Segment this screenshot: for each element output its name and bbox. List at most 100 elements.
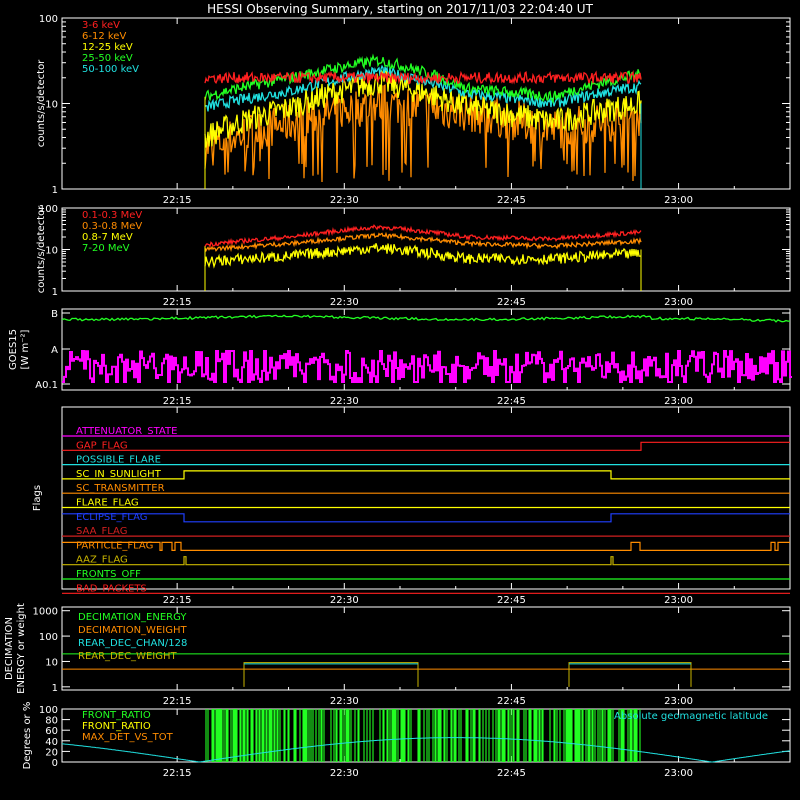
x-tick-label: 22:15 xyxy=(163,696,192,707)
x-tick-label: 22:15 xyxy=(163,595,192,606)
y-tick-label: 100 xyxy=(39,632,58,643)
y-axis-label: Degrees or % xyxy=(22,702,33,770)
x-tick-label: 22:30 xyxy=(330,595,359,606)
flag-label: SC_TRANSMITTER xyxy=(76,483,165,494)
y-axis-label: ENERGY or weight xyxy=(16,603,27,694)
y-tick-label: 100 xyxy=(39,705,58,716)
plot-flags: Flags ATTENUATOR_STATE GAP_FLAG POSSIBLE_FL… xyxy=(32,426,790,594)
y-tick-label: 1000 xyxy=(33,607,58,618)
plot-low-energy: 1 10 100 counts/s/detector 3-6 keV6-12 keV12… xyxy=(36,14,790,196)
y-axis-label: Flags xyxy=(32,485,43,511)
plot-high-energy: 110100counts/s/detector 0.1-0.3 MeV0.3-0.… xyxy=(36,204,790,298)
legend-item: FRONT_RATIO xyxy=(82,710,151,721)
legend-item: 0.1-0.3 MeV xyxy=(82,210,142,221)
flag-line xyxy=(62,556,790,566)
legend-item: 3-6 keV xyxy=(82,20,120,31)
x-tick-label: 22:45 xyxy=(497,396,526,407)
x-tick-label: 22:15 xyxy=(163,297,192,308)
legend-item: 12-25 keV xyxy=(82,42,133,53)
flag-label: AAZ_FLAG xyxy=(76,555,128,566)
x-tick-label: 22:45 xyxy=(497,297,526,308)
flag-line xyxy=(62,441,790,451)
legend-item: 25-50 keV xyxy=(82,53,133,64)
y-tick-label: 1 xyxy=(52,287,58,298)
x-tick-label: 23:00 xyxy=(664,195,693,206)
legend-item: 7-20 MeV xyxy=(82,243,130,254)
x-tick-label: 23:00 xyxy=(664,396,693,407)
flag-line xyxy=(62,541,790,551)
x-tick-label: 22:30 xyxy=(330,195,359,206)
y-tick-label: A0.1 xyxy=(35,380,58,391)
y-tick-label: 80 xyxy=(45,716,58,727)
flag-label: PARTICLE_FLAG xyxy=(76,540,153,551)
legend-item: 0.3-0.8 MeV xyxy=(82,221,142,232)
flag-label: POSSIBLE_FLARE xyxy=(76,455,161,466)
legend-item: DECIMATION_ENERGY xyxy=(78,612,187,623)
plot-goes: A0.1 A B GOES15 [W m⁻²] xyxy=(8,309,792,391)
x-tick-label: 22:30 xyxy=(330,396,359,407)
plot-decimation: 1 10 100 1000 DECIMATION ENERGY or weight DECI… xyxy=(4,603,790,694)
flag-label: FRONTS_OFF xyxy=(76,569,141,580)
x-tick-label: 22:15 xyxy=(163,396,192,407)
flag-label: SAA_FLAG xyxy=(76,526,127,537)
panels: 22:1522:3022:4523:0023:1523:3022:1522:30… xyxy=(4,14,792,779)
x-tick-label: 22:15 xyxy=(163,768,192,779)
panel-high-energy: 22:1522:3022:4523:0023:1523:30 xyxy=(61,207,791,308)
legend-item: DECIMATION_WEIGHT xyxy=(78,625,187,636)
y-axis-unit: [W m⁻²] xyxy=(20,329,31,369)
y-tick-label: A xyxy=(51,345,58,356)
panel-low-energy: 22:1522:3022:4523:0023:1523:30 xyxy=(61,17,791,206)
y-tick-label: B xyxy=(51,309,58,320)
flag-label: BAD_PACKETS xyxy=(76,583,147,594)
figure-title: HESSI Observing Summary, starting on 201… xyxy=(207,2,593,16)
x-tick-label: 23:00 xyxy=(664,768,693,779)
y-tick-label: 100 xyxy=(39,14,58,25)
y-axis-label: DECIMATION xyxy=(4,617,15,680)
x-tick-label: 23:00 xyxy=(664,297,693,308)
y-axis-label: counts/s/detector xyxy=(36,205,47,293)
x-tick-label: 22:45 xyxy=(497,696,526,707)
flag-label: ECLIPSE_FLAG xyxy=(76,512,147,523)
y-axis-label: counts/s/detector xyxy=(36,59,47,147)
legend-item: Absolute geomagnetic latitude xyxy=(614,711,768,722)
legend-item: REAR_DEC_WEIGHT xyxy=(78,651,177,662)
x-tick-label: 23:00 xyxy=(664,595,693,606)
flag-line xyxy=(62,470,790,480)
y-axis-label: GOES15 xyxy=(8,329,19,370)
y-tick-label: 10 xyxy=(45,246,58,257)
flag-label: FLARE_FLAG xyxy=(76,498,139,509)
series-rear-dec-weight xyxy=(243,662,692,687)
legend-item: 50-100 keV xyxy=(82,64,139,75)
legend-item: REAR_DEC_CHAN/128 xyxy=(78,638,187,649)
legend-item: FRONT_RATIO xyxy=(82,721,151,732)
flag-label: SC_IN_SUNLIGHT xyxy=(76,469,162,480)
legend-item: MAX_DET_VS_TOT xyxy=(82,732,174,743)
x-tick-label: 22:45 xyxy=(497,768,526,779)
x-tick-label: 23:00 xyxy=(664,696,693,707)
x-tick-label: 22:30 xyxy=(330,696,359,707)
hessi-summary-figure: HESSI Observing Summary, starting on 201… xyxy=(4,2,792,779)
y-tick-label: 10 xyxy=(45,100,58,111)
y-tick-label: 1 xyxy=(52,185,58,196)
panel-frame xyxy=(61,308,791,391)
y-tick-label: 1 xyxy=(52,683,58,694)
x-tick-label: 22:45 xyxy=(497,195,526,206)
y-tick-label: 60 xyxy=(45,726,58,737)
y-tick-label: 40 xyxy=(45,737,58,748)
series-red xyxy=(204,70,642,85)
series-goes-long xyxy=(61,314,790,323)
x-tick-label: 22:30 xyxy=(330,768,359,779)
panel-frame xyxy=(61,207,791,292)
legend-item: 0.8-7 MeV xyxy=(82,232,133,243)
flag-label: ATTENUATOR_STATE xyxy=(76,426,177,437)
x-tick-label: 22:45 xyxy=(497,595,526,606)
y-tick-label: 0 xyxy=(52,758,58,769)
x-tick-label: 22:30 xyxy=(330,297,359,308)
flag-line xyxy=(62,513,790,523)
flag-label: GAP_FLAG xyxy=(76,440,128,451)
series-goes-short xyxy=(62,350,792,383)
x-tick-label: 22:15 xyxy=(163,195,192,206)
y-tick-label: 20 xyxy=(45,747,58,758)
y-tick-label: 10 xyxy=(45,657,58,668)
plot-ratios: 020406080100 Degrees or % FRONT_RATIOFRONT… xyxy=(22,702,791,770)
